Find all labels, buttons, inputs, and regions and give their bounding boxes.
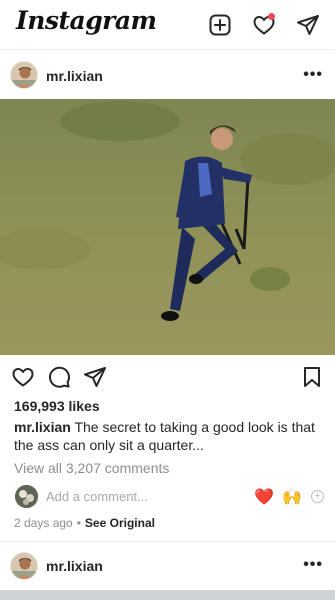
new-post-icon[interactable] [208,13,232,37]
next-post-more-options-button[interactable]: ••• [303,556,323,574]
quick-reaction-raised-hands[interactable]: 🙌 [282,487,302,507]
post-username[interactable]: mr.lixian [46,68,103,84]
like-heart-icon[interactable] [11,365,35,389]
quick-reaction-heart[interactable]: ❤️ [254,487,274,507]
add-comment-row: Add a comment... ❤️ 🙌 + [0,484,335,510]
avatar[interactable] [10,61,38,89]
next-post-username[interactable]: mr.lixian [46,558,103,574]
next-post-photo[interactable] [0,590,335,600]
bookmark-icon[interactable] [300,365,324,389]
post-meta: 2 days ago • See Original [14,516,155,530]
direct-message-icon[interactable] [296,13,320,37]
notification-dot [268,13,275,20]
top-app-bar: Instagram [0,0,335,50]
meta-separator: • [76,516,81,530]
caption-username[interactable]: mr.lixian [14,419,71,435]
post-timestamp: 2 days ago [14,516,73,530]
instagram-logo[interactable]: Instagram [16,6,157,35]
post-header: mr.lixian ••• [0,50,335,100]
post-caption: mr.lixian The secret to taking a good lo… [14,418,324,454]
share-icon[interactable] [83,365,107,389]
see-original-link[interactable]: See Original [85,516,155,530]
view-all-comments-link[interactable]: View all 3,207 comments [14,460,169,476]
next-post-header: mr.lixian ••• [0,541,335,591]
current-user-avatar [15,485,38,508]
comment-icon[interactable] [47,365,71,389]
more-options-button[interactable]: ••• [303,66,323,84]
likes-count[interactable]: 169,993 likes [14,398,100,414]
post-photo[interactable] [0,99,335,355]
add-comment-input[interactable]: Add a comment... [46,489,148,504]
more-reactions-icon[interactable]: + [311,490,324,503]
avatar[interactable] [10,552,38,580]
